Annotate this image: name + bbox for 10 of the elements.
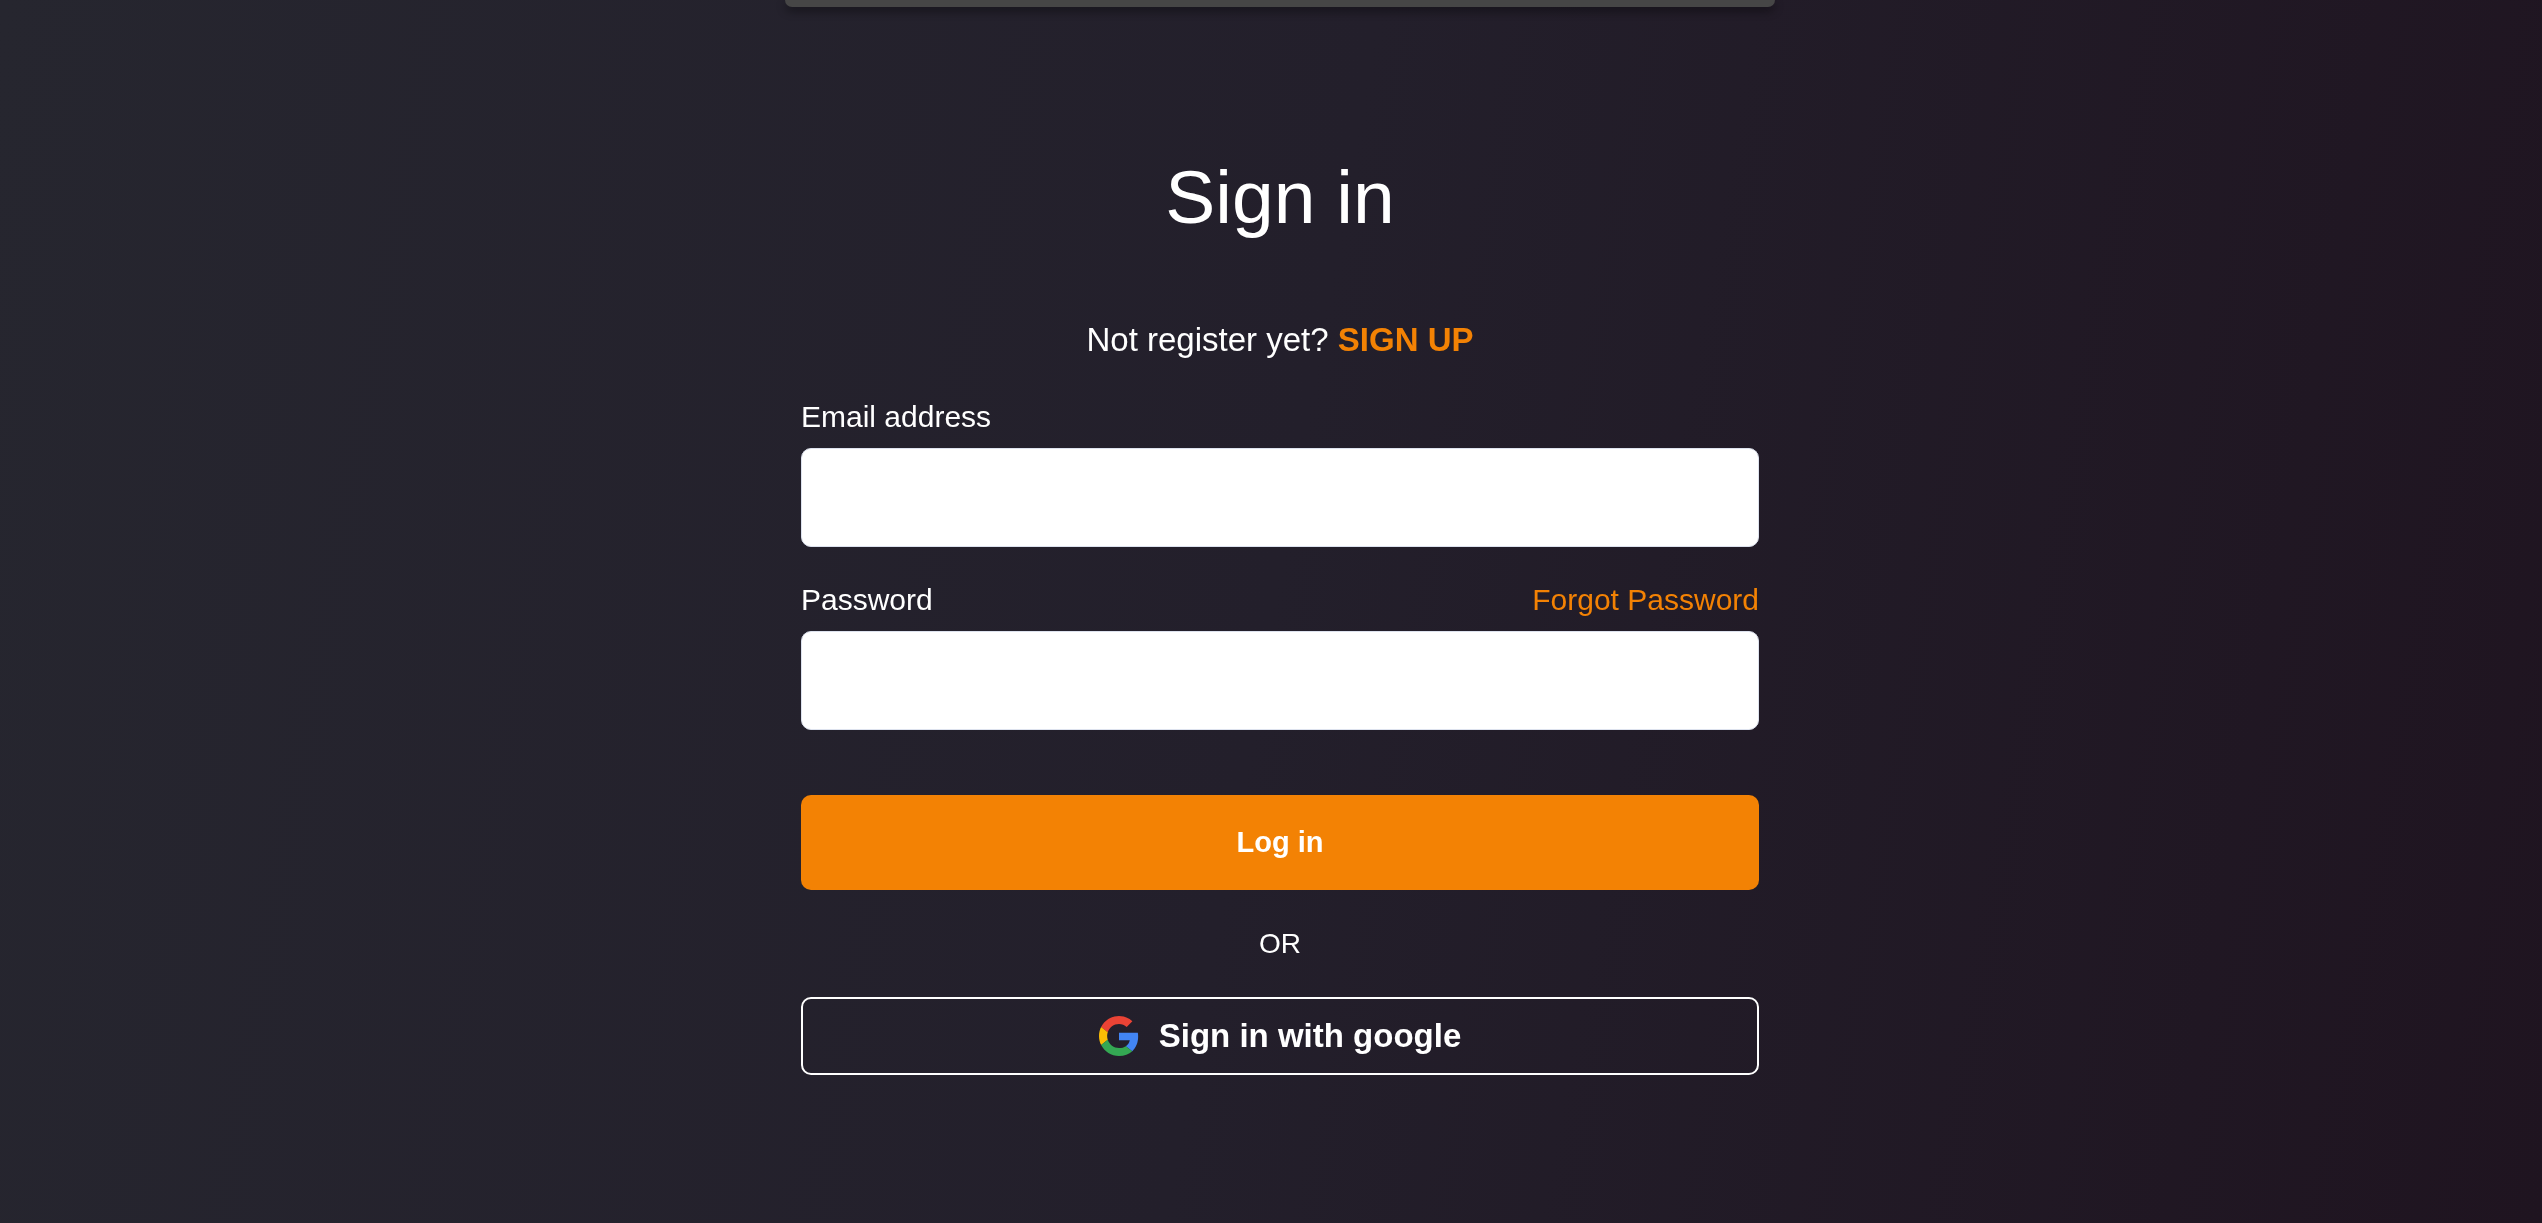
or-divider-text: OR xyxy=(1259,930,1301,958)
field-label: Password xyxy=(801,585,933,615)
google-sign-in-button[interactable]: Sign in with google xyxy=(801,997,1759,1075)
forgot-password-link[interactable]: Forgot Password xyxy=(1532,585,1759,615)
signup-prompt: Not register yet? SIGN UP xyxy=(1086,323,1474,356)
input-field[interactable] xyxy=(801,631,1759,730)
field-label: Email address xyxy=(801,402,992,432)
google-icon xyxy=(1098,1016,1139,1056)
input-field[interactable] xyxy=(801,448,1759,547)
sign-up-link[interactable]: SIGN UP xyxy=(1337,321,1474,358)
